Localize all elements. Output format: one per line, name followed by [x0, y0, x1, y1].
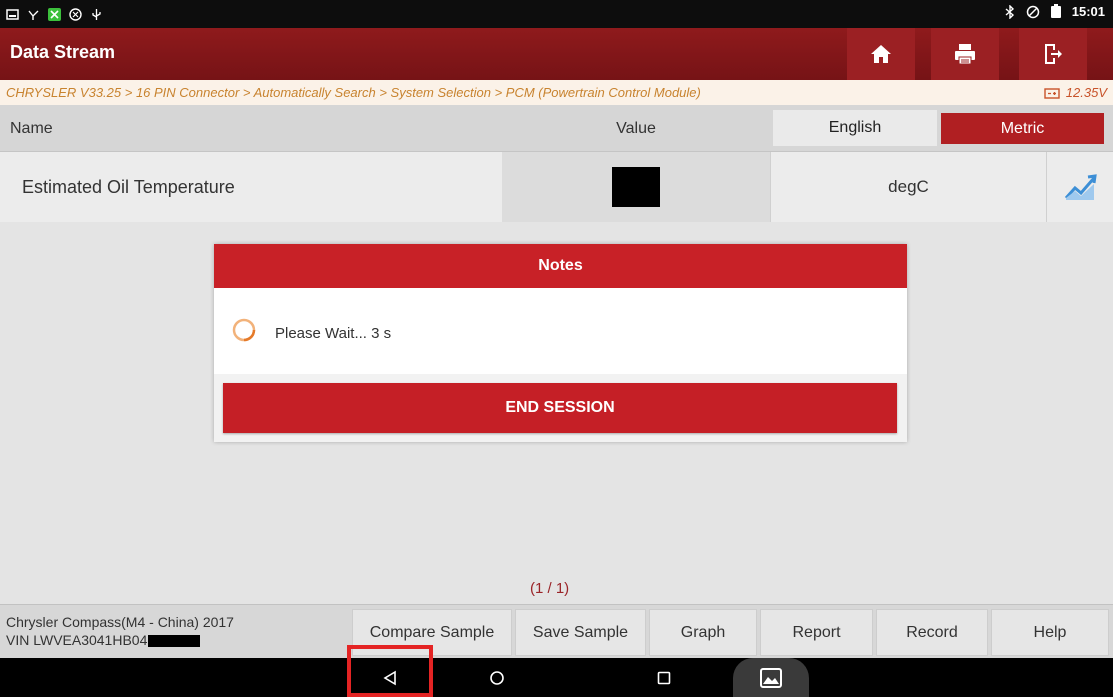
vehicle-vin-line: VIN LWVEA3041HB04	[6, 631, 234, 649]
vehicle-model: Chrysler Compass(M4 - China) 2017	[6, 614, 234, 630]
table-header: Name Value English Metric	[0, 105, 1113, 152]
status-left-icons	[6, 5, 103, 23]
row-graph-button[interactable]	[1046, 152, 1113, 222]
gallery-icon	[760, 667, 782, 688]
graph-button[interactable]: Graph	[649, 609, 757, 656]
car-battery-icon	[1044, 87, 1060, 99]
trend-chart-icon	[1064, 174, 1097, 200]
notes-dialog: Notes Please Wait... 3 s END SESSION	[214, 244, 907, 442]
home-button[interactable]	[847, 28, 915, 80]
unit-toggle: English Metric	[773, 110, 1113, 147]
status-right: 15:01	[1004, 4, 1105, 19]
breadcrumb: CHRYSLER V33.25 > 16 PIN Connector > Aut…	[6, 85, 701, 100]
battery-voltage: 12.35V	[1044, 85, 1107, 100]
home-circle-icon	[490, 670, 504, 685]
print-button[interactable]	[931, 28, 999, 80]
back-button-highlight	[347, 645, 433, 697]
end-session-button[interactable]: END SESSION	[223, 383, 897, 433]
report-button[interactable]: Report	[760, 609, 873, 656]
dialog-title: Notes	[214, 244, 907, 288]
row-unit: degC	[770, 152, 1046, 222]
wait-message: Please Wait... 3 s	[275, 325, 392, 342]
recents-button[interactable]	[634, 658, 694, 697]
app-header: Data Stream	[0, 28, 1113, 80]
english-unit-button[interactable]: English	[773, 110, 937, 146]
bottom-toolbar: Chrysler Compass(M4 - China) 2017 VIN LW…	[0, 604, 1113, 659]
save-sample-button[interactable]: Save Sample	[515, 609, 646, 656]
page-title: Data Stream	[10, 42, 116, 62]
usb-icon	[92, 8, 101, 20]
pagination: (1 / 1)	[530, 580, 570, 597]
row-name: Estimated Oil Temperature	[22, 177, 235, 197]
gallery-pill	[733, 658, 809, 697]
android-nav-bar	[0, 658, 1113, 697]
exit-button[interactable]	[1019, 28, 1087, 80]
usb-debug-icon	[28, 10, 39, 20]
app-notification-icon	[48, 7, 61, 21]
home-icon	[871, 45, 891, 63]
settings-notification-icon	[69, 7, 82, 21]
column-header-value: Value	[616, 120, 656, 137]
loading-spinner-icon	[232, 318, 256, 342]
battery-icon	[1050, 4, 1061, 18]
recents-square-icon	[657, 671, 671, 684]
dialog-body: Please Wait... 3 s	[214, 288, 907, 374]
table-row[interactable]: Estimated Oil Temperature degC	[0, 152, 1113, 223]
column-header-name: Name	[10, 120, 53, 137]
bluetooth-icon	[1005, 4, 1014, 19]
status-time: 15:01	[1071, 4, 1105, 19]
exit-icon	[1045, 44, 1062, 64]
vehicle-vin: VIN LWVEA3041HB04	[6, 632, 148, 648]
screenshot-icon	[6, 8, 19, 20]
metric-unit-button[interactable]: Metric	[941, 113, 1104, 144]
status-bar: 15:01	[0, 0, 1113, 28]
record-button[interactable]: Record	[876, 609, 988, 656]
home-nav-button[interactable]	[467, 658, 527, 697]
vehicle-info: Chrysler Compass(M4 - China) 2017 VIN LW…	[6, 613, 234, 649]
value-redacted-box	[612, 167, 660, 207]
vin-redacted-box	[148, 635, 201, 648]
help-button[interactable]: Help	[991, 609, 1109, 656]
gallery-button[interactable]	[733, 658, 809, 697]
voltage-value: 12.35V	[1065, 85, 1107, 100]
row-value	[502, 152, 770, 222]
breadcrumb-bar: CHRYSLER V33.25 > 16 PIN Connector > Aut…	[0, 80, 1113, 105]
print-icon	[955, 44, 975, 65]
do-not-disturb-icon	[1026, 5, 1039, 18]
